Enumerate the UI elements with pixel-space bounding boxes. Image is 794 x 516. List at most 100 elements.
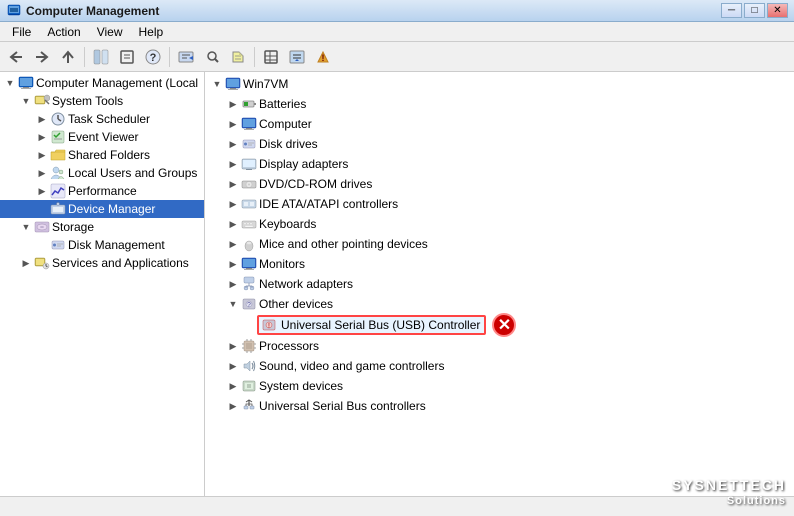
users-icon — [50, 165, 66, 181]
usb-icon: ! — [261, 317, 277, 333]
toolbar-btn8[interactable]: ! — [311, 45, 335, 69]
tree-item-task-scheduler[interactable]: ▶ Task Scheduler — [0, 110, 204, 128]
svg-text:!: ! — [268, 323, 270, 330]
right-tree-item-root[interactable]: ▼ Win7VM — [205, 74, 794, 94]
dvd-icon — [241, 176, 257, 192]
tree-label-system-tools: System Tools — [52, 94, 200, 108]
display-adapters-icon — [241, 156, 257, 172]
right-tree-item-monitors[interactable]: ▶ Monitors — [205, 254, 794, 274]
menu-view[interactable]: View — [89, 23, 131, 41]
close-button[interactable]: ✕ — [767, 3, 788, 18]
storage-icon — [34, 219, 50, 235]
minimize-button[interactable]: ─ — [721, 3, 742, 18]
menu-file[interactable]: File — [4, 23, 39, 41]
tree-item-performance[interactable]: ▶ Performance — [0, 182, 204, 200]
toolbar-btn3[interactable] — [174, 45, 198, 69]
help-button[interactable]: ? — [141, 45, 165, 69]
title-bar-icon — [6, 3, 22, 19]
processors-expand: ▶ — [225, 338, 241, 354]
computer-expand: ▶ — [225, 116, 241, 132]
right-tree-item-display[interactable]: ▶ Display adapters — [205, 154, 794, 174]
right-label-disk-drives: Disk drives — [259, 137, 790, 151]
toolbar-btn7[interactable] — [285, 45, 309, 69]
properties-button[interactable] — [115, 45, 139, 69]
ide-icon — [241, 196, 257, 212]
right-tree-item-keyboards[interactable]: ▶ Keyboards — [205, 214, 794, 234]
right-tree-item-network[interactable]: ▶ Network adapters — [205, 274, 794, 294]
monitors-expand: ▶ — [225, 256, 241, 272]
right-label-sound: Sound, video and game controllers — [259, 359, 790, 373]
tree-item-shared-folders[interactable]: ▶ Shared Folders — [0, 146, 204, 164]
toolbar-btn6[interactable] — [259, 45, 283, 69]
right-tree-item-batteries[interactable]: ▶ Batteries — [205, 94, 794, 114]
title-bar-title: Computer Management — [26, 4, 721, 18]
tree-label-computer-management: Computer Management (Local — [36, 76, 200, 90]
tree-label-local-users: Local Users and Groups — [68, 166, 200, 180]
win7vm-icon — [225, 76, 241, 92]
watermark-main: SYSNETTECH — [672, 476, 786, 494]
tree-label-disk-management: Disk Management — [68, 238, 200, 252]
expand-icon: ▼ — [2, 75, 18, 91]
usb-expand — [241, 317, 257, 333]
toolbar-btn4[interactable] — [200, 45, 224, 69]
right-label-network: Network adapters — [259, 277, 790, 291]
disk-drives-right-icon — [241, 136, 257, 152]
device-manager-icon — [50, 201, 66, 217]
mice-icon — [241, 236, 257, 252]
up-button[interactable] — [56, 45, 80, 69]
network-icon — [241, 276, 257, 292]
right-tree-item-other-devices[interactable]: ▼ ? Other devices — [205, 294, 794, 314]
svg-text:!: ! — [322, 53, 325, 63]
right-tree-item-mice[interactable]: ▶ Mice and other pointing devices — [205, 234, 794, 254]
sep3 — [254, 47, 255, 67]
expand-icon-event: ▶ — [34, 129, 50, 145]
show-hide-tree-button[interactable] — [89, 45, 113, 69]
right-tree-item-system-devices[interactable]: ▶ System devices — [205, 376, 794, 396]
tree-label-storage: Storage — [52, 220, 200, 234]
batteries-expand: ▶ — [225, 96, 241, 112]
menu-action[interactable]: Action — [39, 23, 88, 41]
right-tree-item-disk-drives[interactable]: ▶ Disk drives — [205, 134, 794, 154]
root-expand-icon: ▼ — [209, 76, 225, 92]
right-tree-item-processors[interactable]: ▶ Processors — [205, 336, 794, 356]
svg-text:?: ? — [247, 302, 251, 309]
right-label-batteries: Batteries — [259, 97, 790, 111]
right-label-display: Display adapters — [259, 157, 790, 171]
tree-item-system-tools[interactable]: ▼ System Tools — [0, 92, 204, 110]
usb-controller-row[interactable]: ! Universal Serial Bus (USB) Controller … — [205, 314, 794, 336]
expand-icon-perf: ▶ — [34, 183, 50, 199]
toolbar: ? — [0, 42, 794, 72]
right-tree-item-dvd[interactable]: ▶ DVD/CD-ROM drives — [205, 174, 794, 194]
right-label-monitors: Monitors — [259, 257, 790, 271]
error-badge: ✕ — [492, 313, 516, 337]
expand-icon-storage: ▼ — [18, 219, 34, 235]
right-label-other-devices: Other devices — [259, 297, 790, 311]
tree-item-services[interactable]: ▶ Services and Applications — [0, 254, 204, 272]
back-button[interactable] — [4, 45, 28, 69]
right-tree-item-computer[interactable]: ▶ Computer — [205, 114, 794, 134]
tree-label-performance: Performance — [68, 184, 200, 198]
tree-item-device-manager[interactable]: Device Manager — [0, 200, 204, 218]
expand-icon-services: ▶ — [18, 255, 34, 271]
maximize-button[interactable]: □ — [744, 3, 765, 18]
menu-help[interactable]: Help — [131, 23, 172, 41]
toolbar-btn5[interactable] — [226, 45, 250, 69]
right-tree-root-label: Win7VM — [243, 77, 790, 91]
expand-icon-disk — [34, 237, 50, 253]
right-tree-item-sound[interactable]: ▶ Sound, video and game controllers — [205, 356, 794, 376]
batteries-icon — [241, 96, 257, 112]
main-area: ▼ Computer Management (Local ▼ — [0, 72, 794, 496]
tree-item-computer-management[interactable]: ▼ Computer Management (Local — [0, 74, 204, 92]
keyboards-icon — [241, 216, 257, 232]
tree-item-event-viewer[interactable]: ▶ Event Viewer — [0, 128, 204, 146]
right-tree-item-usb-controllers[interactable]: ▶ Universal Serial Bus controllers — [205, 396, 794, 416]
forward-button[interactable] — [30, 45, 54, 69]
tree-label-task-scheduler: Task Scheduler — [68, 112, 200, 126]
tree-item-storage[interactable]: ▼ Storage — [0, 218, 204, 236]
tree-item-local-users[interactable]: ▶ Local Users and Groups — [0, 164, 204, 182]
tree-item-disk-management[interactable]: Disk Management — [0, 236, 204, 254]
monitors-icon — [241, 256, 257, 272]
usb-controllers-expand: ▶ — [225, 398, 241, 414]
right-tree-item-ide[interactable]: ▶ IDE ATA/ATAPI controllers — [205, 194, 794, 214]
right-label-system-devices: System devices — [259, 379, 790, 393]
